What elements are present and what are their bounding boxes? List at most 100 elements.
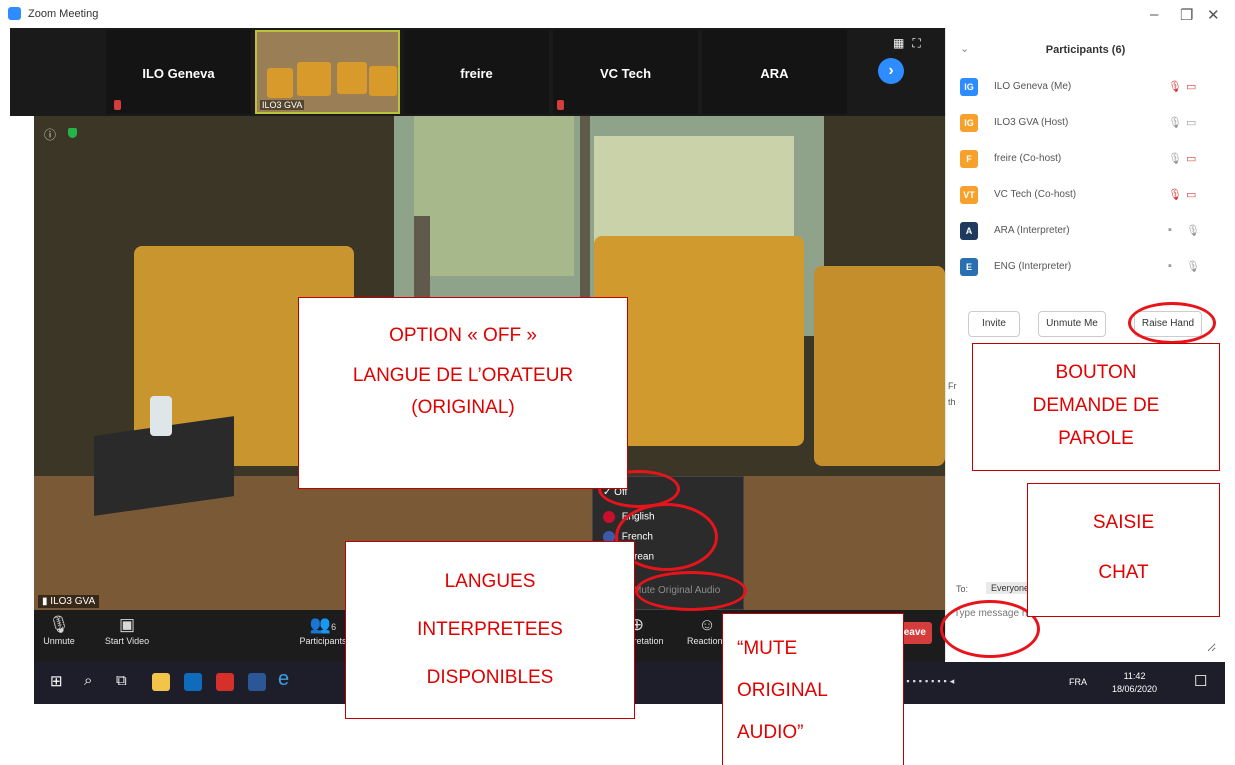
participants-panel-title: Participants (6) xyxy=(1045,44,1126,56)
clock-time: 11:42 xyxy=(1123,671,1146,681)
callout-line: “MUTE xyxy=(737,638,798,659)
participant-row[interactable]: IG ILO Geneva (Me) 🎙 ▭ xyxy=(960,76,1220,100)
chair-shape xyxy=(337,62,367,94)
close-icon[interactable]: ✕ xyxy=(1207,6,1220,24)
clock[interactable]: 11:42 18/06/2020 xyxy=(1112,670,1157,696)
gallery-tile-name: freire xyxy=(460,66,493,81)
info-icon[interactable]: ⓘ xyxy=(44,126,56,143)
highlight-ring-raise-hand xyxy=(1128,302,1216,344)
task-view-icon[interactable]: ⧉ xyxy=(116,672,127,689)
video-name-text: ILO3 GVA xyxy=(50,596,96,607)
participant-row[interactable]: F freire (Co-host) 🎙 ▭ xyxy=(960,148,1220,172)
microphone-icon: 🎙 xyxy=(1186,261,1200,273)
invite-button[interactable]: Invite xyxy=(968,311,1020,337)
participant-name: ENG (Interpreter) xyxy=(994,261,1072,272)
participant-name: ARA (Interpreter) xyxy=(994,225,1070,236)
gallery-tile-name: VC Tech xyxy=(599,66,652,81)
participant-name: ILO Geneva (Me) xyxy=(994,81,1072,92)
fullscreen-icon[interactable]: ⛶ xyxy=(912,36,928,50)
callout-languages: LANGUES INTERPRETEES DISPONIBLES xyxy=(345,541,635,719)
chair-shape xyxy=(267,68,293,98)
gallery-tile-freire[interactable]: freire xyxy=(404,30,549,114)
gallery-tile-vc-tech[interactable]: VC Tech xyxy=(553,30,698,114)
edge-icon[interactable]: e xyxy=(278,668,289,691)
notification-icon[interactable]: ☐ xyxy=(1194,672,1207,690)
word-icon[interactable] xyxy=(248,673,266,691)
participant-row[interactable]: E ENG (Interpreter) ▪ 🎙 xyxy=(960,256,1220,280)
participant-row[interactable]: IG ILO3 GVA (Host) 🎙 ▭ xyxy=(960,112,1220,136)
minimize-icon[interactable]: – xyxy=(1150,6,1158,23)
start-video-button[interactable]: ▣ Start Video xyxy=(82,614,172,646)
chair-shape xyxy=(297,62,331,96)
participant-name: freire (Co-host) xyxy=(994,153,1062,164)
avatar: IG xyxy=(960,114,978,132)
shield-icon[interactable] xyxy=(68,128,77,138)
chat-message-preview: Fr th xyxy=(948,378,957,410)
gallery-tile-ilo3-gva[interactable]: ILO3 GVA xyxy=(255,30,400,114)
window-tree xyxy=(414,116,574,276)
participants-count: 6 xyxy=(331,622,337,632)
window-title: Zoom Meeting xyxy=(28,8,99,20)
callout-line: LANGUE DE L’ORATEUR xyxy=(352,365,574,386)
clock-date: 18/06/2020 xyxy=(1112,684,1158,694)
callout-line: AUDIO” xyxy=(737,722,804,743)
avatar: E xyxy=(960,258,978,276)
gallery-tile-ara[interactable]: ARA xyxy=(702,30,847,114)
callout-line: PAROLE xyxy=(1058,428,1134,449)
participant-name: ILO3 GVA (Host) xyxy=(994,117,1069,128)
signal-bars-icon: ▮ xyxy=(42,596,48,607)
callout-line: CHAT xyxy=(1098,562,1149,583)
callout-line: DISPONIBLES xyxy=(426,667,554,688)
microphone-icon: 🎙 xyxy=(1186,225,1200,237)
callout-mute-original: “MUTE ORIGINAL AUDIO” xyxy=(722,613,904,765)
windows-start-icon[interactable]: ⊞ xyxy=(50,672,63,690)
callout-off-option: OPTION « OFF » LANGUE DE L’ORATEUR (ORIG… xyxy=(298,297,628,489)
mic-muted-icon: 🎙 xyxy=(1168,81,1182,93)
callout-line: DEMANDE DE xyxy=(1032,395,1160,416)
camera-icon: ▭ xyxy=(1186,117,1197,129)
gallery-tile-ilo-geneva[interactable]: ILO Geneva xyxy=(106,30,251,114)
restore-icon[interactable]: ❐ xyxy=(1180,6,1193,24)
callout-line: BOUTON xyxy=(1055,362,1137,383)
unmute-me-button[interactable]: Unmute Me xyxy=(1038,311,1106,337)
microphone-icon: 🎙 xyxy=(1168,117,1182,129)
gallery-tile-name: ILO3 GVA xyxy=(260,100,305,110)
grid-view-icon[interactable]: ▦ xyxy=(893,36,912,50)
camera-off-icon: ▭ xyxy=(1186,81,1197,93)
acrobat-icon[interactable] xyxy=(216,673,234,691)
file-explorer-icon[interactable] xyxy=(152,673,170,691)
callout-raise-hand: BOUTON DEMANDE DE PAROLE xyxy=(972,343,1220,471)
microphone-icon: 🎙 xyxy=(1168,153,1182,165)
callout-line: INTERPRETEES xyxy=(417,619,563,640)
screenshot-root: Zoom Meeting – ❐ ✕ ILO Geneva ILO3 GVA f… xyxy=(0,0,1235,765)
mic-muted-icon xyxy=(557,100,564,110)
chair-right xyxy=(814,266,945,466)
participant-name: VC Tech (Co-host) xyxy=(994,189,1077,200)
avatar: F xyxy=(960,150,978,168)
participant-row[interactable]: VT VC Tech (Co-host) 🎙 ▭ xyxy=(960,184,1220,208)
search-icon[interactable]: ⌕ xyxy=(84,672,92,689)
video-name-label: ▮ ILO3 GVA xyxy=(38,595,100,608)
chair-shape xyxy=(369,66,397,96)
callout-line: (ORIGINAL) xyxy=(411,397,515,418)
chat-preview-line: Fr xyxy=(948,381,957,391)
gallery-strip: ILO Geneva ILO3 GVA freire VC Tech ARA ›… xyxy=(10,28,945,116)
participant-row[interactable]: A ARA (Interpreter) ▪ 🎙 xyxy=(960,220,1220,244)
avatar: VT xyxy=(960,186,978,204)
chat-preview-line: th xyxy=(948,397,956,407)
uk-flag-icon xyxy=(603,511,615,523)
outlook-icon[interactable] xyxy=(184,673,202,691)
chat-to-label: To: xyxy=(956,584,969,594)
chevron-right-icon[interactable]: › xyxy=(878,58,904,84)
water-bottle xyxy=(150,396,172,436)
mic-muted-icon: 🎙 xyxy=(1168,189,1182,201)
callout-line: LANGUES xyxy=(444,571,536,592)
highlight-ring-chat xyxy=(940,600,1040,658)
view-controls: ▦⛶ xyxy=(893,36,929,51)
gallery-tile-name: ILO Geneva xyxy=(142,66,215,81)
avatar: IG xyxy=(960,78,978,96)
interpreter-badge-icon: ▪ xyxy=(1168,260,1172,272)
callout-line: ORIGINAL xyxy=(737,680,828,701)
camera-off-icon: ▣ xyxy=(118,615,136,634)
input-language[interactable]: FRA xyxy=(1069,677,1087,687)
